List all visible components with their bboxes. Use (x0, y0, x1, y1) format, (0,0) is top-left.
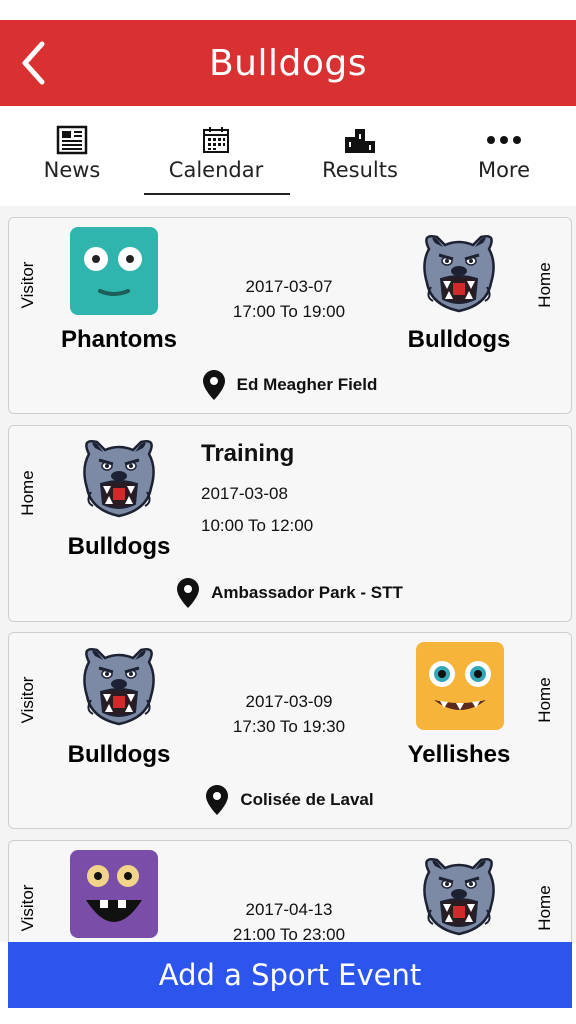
yellishes-logo (416, 642, 504, 730)
location-name: Ambassador Park - STT (211, 583, 403, 602)
back-button[interactable] (18, 40, 48, 86)
event-date: 2017-03-08 (201, 484, 288, 503)
bulldogs-logo (415, 850, 503, 938)
bottom-spacer (0, 1008, 576, 1024)
team-name: Bulldogs (67, 533, 171, 560)
visitor-team-name: Phantoms (60, 326, 177, 353)
tab-more-label: More (477, 158, 531, 182)
home-team-name: Bulldogs (407, 326, 511, 353)
more-dots-icon (487, 136, 521, 144)
event-date: 2017-03-07 (245, 277, 333, 296)
newspaper-icon (56, 125, 88, 155)
location-name: Colisée de Laval (240, 790, 374, 809)
page-title: Bulldogs (208, 42, 367, 84)
location-pin-icon (177, 578, 200, 608)
event-date: 2017-04-13 (245, 900, 333, 919)
purple-monster-logo (70, 850, 158, 938)
tab-bar: News Calendar Results More (0, 106, 576, 206)
event-location[interactable]: Ambassador Park - STT (9, 578, 571, 608)
visitor-label: Visitor (18, 676, 37, 724)
phantoms-logo (70, 227, 158, 315)
tab-news[interactable]: News (0, 124, 144, 182)
location-name: Ed Meagher Field (236, 375, 378, 394)
home-label: Home (18, 470, 37, 516)
calendar-icon (203, 127, 229, 153)
tab-calendar[interactable]: Calendar (144, 124, 288, 182)
event-card[interactable]: Visitor Phantoms 2017-03-07 17:00 To 19:… (8, 217, 572, 414)
home-label: Home (535, 262, 554, 308)
event-time: 17:30 To 19:30 (232, 717, 346, 736)
bulldogs-logo (75, 432, 163, 520)
event-time: 17:00 To 19:00 (232, 302, 346, 321)
visitor-label: Visitor (18, 884, 37, 932)
event-time: 10:00 To 12:00 (201, 516, 314, 535)
event-title: Training (201, 440, 295, 467)
visitor-team-name: Bulldogs (67, 741, 171, 768)
bulldogs-logo (415, 227, 503, 315)
visitor-label: Visitor (18, 261, 37, 309)
add-sport-event-button[interactable]: Add a Sport Event (8, 942, 572, 1008)
home-label: Home (535, 885, 554, 931)
app-header: Bulldogs (0, 20, 576, 106)
event-card[interactable]: Visitor 2017-04-13 21:00 To 23:00 Home (8, 840, 572, 942)
tab-calendar-label: Calendar (168, 158, 264, 182)
event-date: 2017-03-09 (245, 692, 333, 711)
tab-results[interactable]: Results (288, 124, 432, 182)
active-tab-indicator (144, 193, 290, 195)
location-pin-icon (202, 370, 225, 400)
home-team-name: Yellishes (407, 741, 511, 768)
event-card[interactable]: Home Bulldogs Training 2017-03-08 10:00 … (8, 425, 572, 622)
event-location[interactable]: Colisée de Laval (9, 785, 571, 815)
tab-results-label: Results (322, 158, 398, 182)
tab-news-label: News (43, 158, 101, 182)
event-card[interactable]: Visitor Bulldogs 2017-03-09 17:30 To 19:… (8, 632, 572, 829)
podium-icon (345, 129, 375, 153)
event-location[interactable]: Ed Meagher Field (9, 370, 571, 400)
events-list[interactable]: Visitor Phantoms 2017-03-07 17:00 To 19:… (0, 206, 576, 942)
chevron-left-icon (22, 41, 45, 85)
event-time: 21:00 To 23:00 (232, 925, 346, 942)
home-label: Home (535, 677, 554, 723)
tab-more[interactable]: More (432, 124, 576, 182)
location-pin-icon (206, 785, 229, 815)
bulldogs-logo (75, 640, 163, 728)
